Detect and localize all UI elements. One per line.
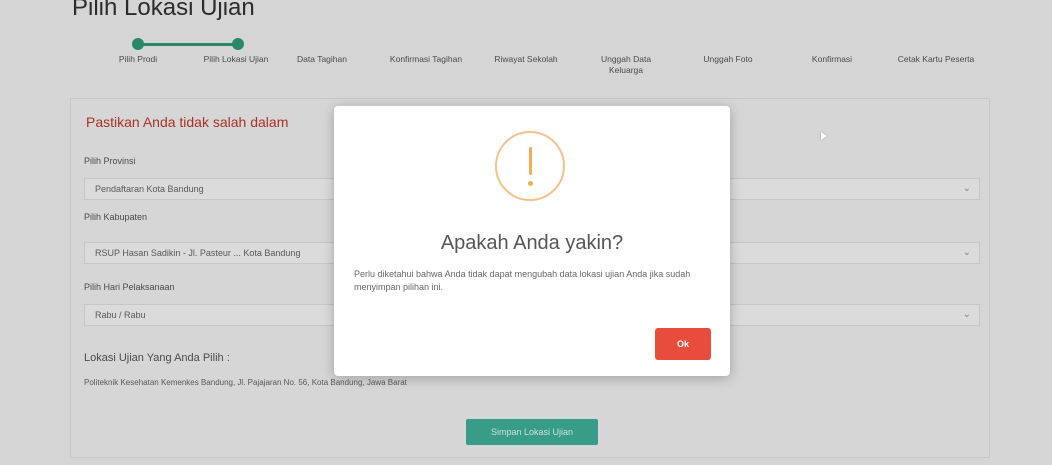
dialog-message: Perlu diketahui bahwa Anda tidak dapat m…	[354, 269, 691, 292]
warning-icon	[495, 131, 565, 201]
confirm-dialog: Apakah Anda yakin? Perlu diketahui bahwa…	[334, 106, 730, 376]
ok-button[interactable]: Ok	[655, 328, 711, 360]
mouse-cursor-icon	[821, 132, 827, 140]
dialog-title: Apakah Anda yakin?	[440, 232, 624, 254]
